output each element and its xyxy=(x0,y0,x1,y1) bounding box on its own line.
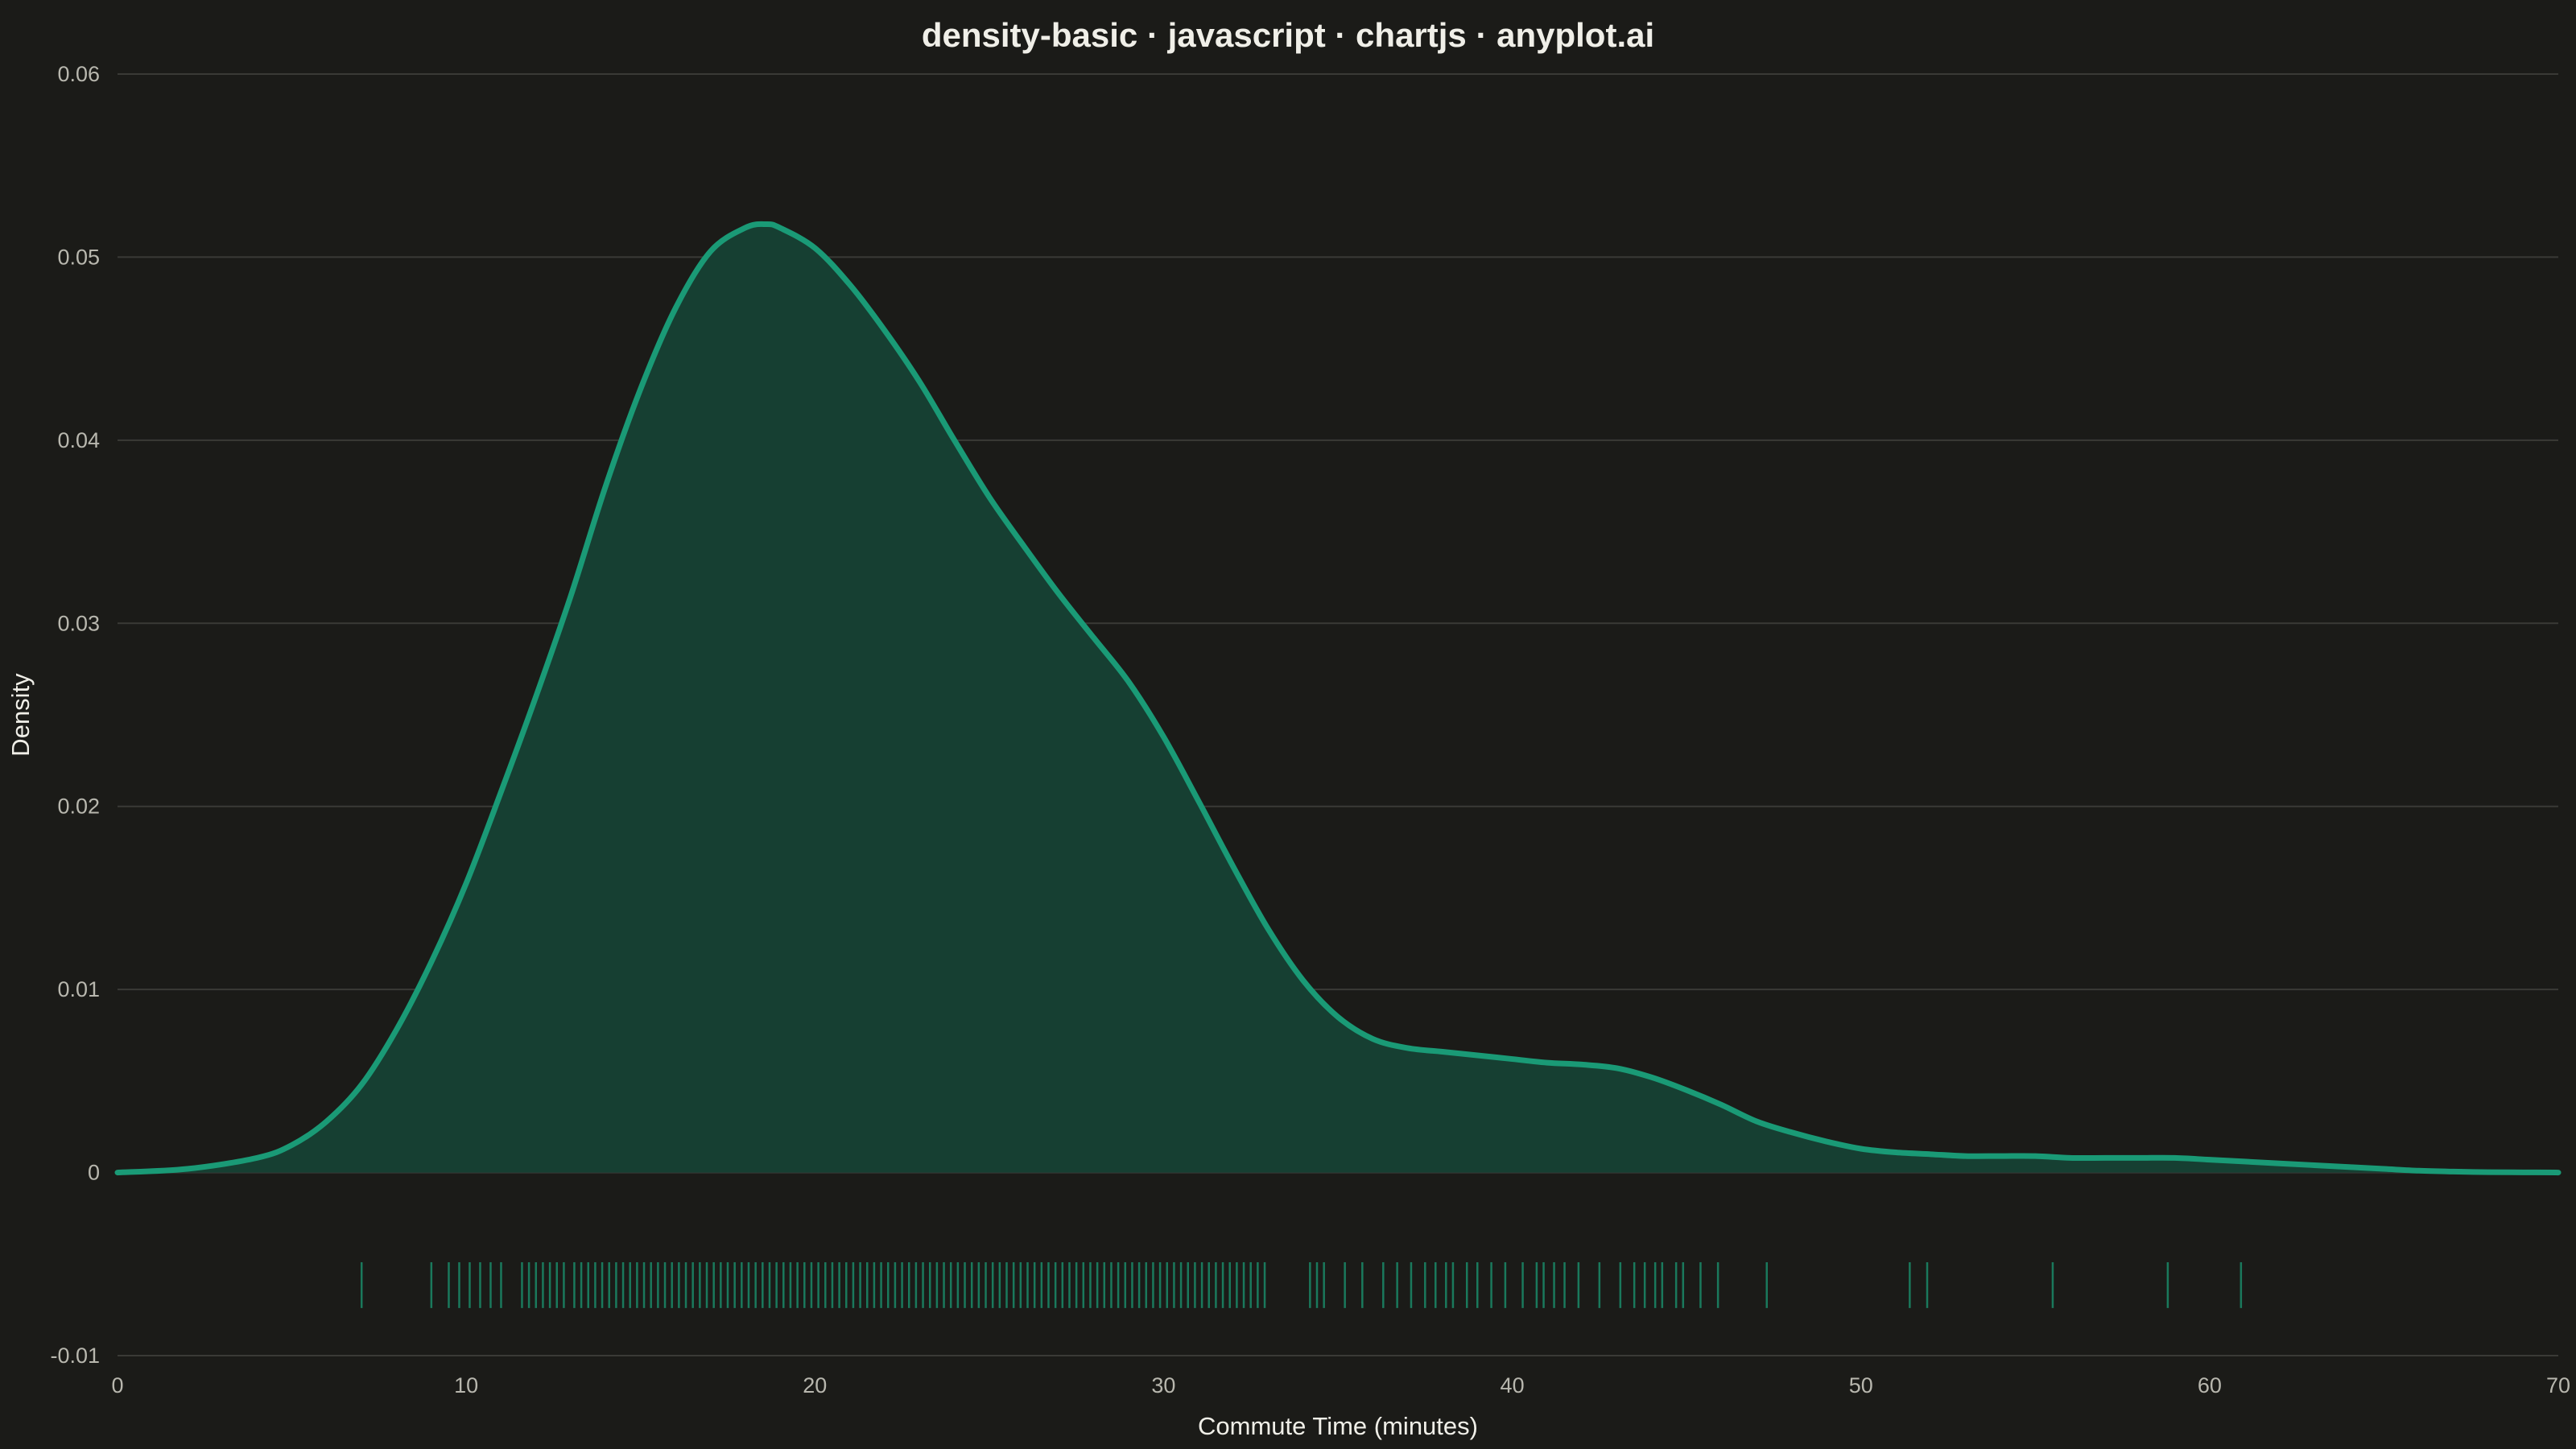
x-tick-label: 50 xyxy=(1849,1373,1873,1397)
x-tick-label: 10 xyxy=(454,1373,478,1397)
x-tick-label: 0 xyxy=(111,1373,123,1397)
x-tick-label: 20 xyxy=(803,1373,827,1397)
density-fill xyxy=(118,224,2558,1173)
chart-canvas: -0.01 0 0.01 0.02 0.03 0.04 0.05 0.06 0 10 20 30 40… xyxy=(6,16,2570,1440)
density-area xyxy=(118,224,2558,1173)
y-tick-label: 0.06 xyxy=(57,62,100,86)
x-tick-label: 40 xyxy=(1501,1373,1525,1397)
y-tick-label: 0.05 xyxy=(57,245,100,269)
chart-title: density-basic · javascript · chartjs · a… xyxy=(922,16,1654,54)
x-tick-label: 70 xyxy=(2546,1373,2570,1397)
y-tick-label: -0.01 xyxy=(50,1344,100,1368)
y-axis-label: Density xyxy=(6,673,35,757)
y-tick-label: 0.03 xyxy=(57,611,100,635)
y-axis-ticks: -0.01 0 0.01 0.02 0.03 0.04 0.05 0.06 xyxy=(50,62,100,1368)
y-tick-label: 0 xyxy=(88,1161,100,1185)
y-tick-label: 0.04 xyxy=(57,428,100,452)
y-tick-label: 0.01 xyxy=(57,977,100,1001)
x-tick-label: 60 xyxy=(2198,1373,2222,1397)
x-axis-ticks: 0 10 20 30 40 50 60 70 xyxy=(111,1373,2570,1397)
rug-plot xyxy=(360,1262,2243,1308)
y-tick-label: 0.02 xyxy=(57,795,100,819)
density-chart: -0.01 0 0.01 0.02 0.03 0.04 0.05 0.06 0 10 20 30 40… xyxy=(0,0,2576,1449)
x-axis-label: Commute Time (minutes) xyxy=(1198,1412,1478,1440)
x-tick-label: 30 xyxy=(1151,1373,1175,1397)
